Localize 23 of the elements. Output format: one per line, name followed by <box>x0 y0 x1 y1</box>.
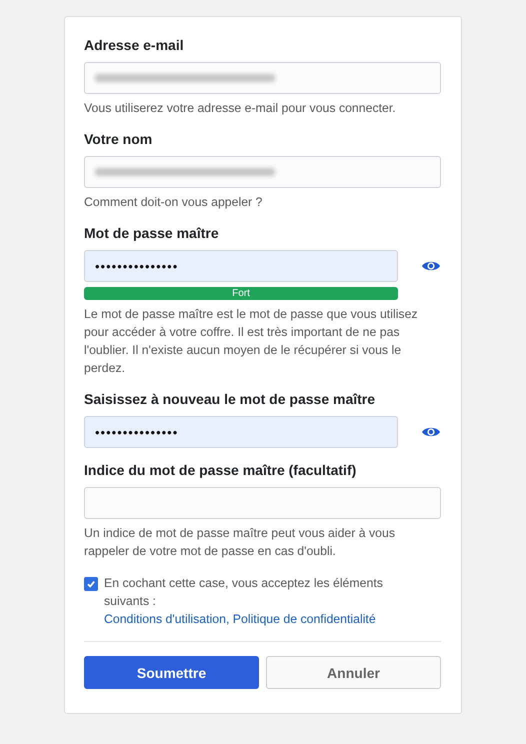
cancel-button[interactable]: Annuler <box>266 656 441 689</box>
input-field[interactable] <box>84 62 441 94</box>
input-field[interactable] <box>84 156 441 188</box>
input-field[interactable] <box>84 487 441 519</box>
eye-icon[interactable] <box>421 425 441 439</box>
terms-text: En cochant cette case, vous acceptez les éléments suivants : <box>104 576 383 608</box>
field-label: Saisissez à nouveau le mot de passe maître <box>84 391 376 407</box>
policy-link[interactable]: Conditions d'utilisation, Politique de confidentialité <box>104 612 376 626</box>
field-label: Votre nom <box>84 131 154 147</box>
field-label: Indice du mot de passe maître (facultatif) <box>84 462 358 478</box>
submit-button[interactable]: Soumettre <box>84 656 259 689</box>
help-text: Comment doit-on vous appeler ? <box>84 194 264 211</box>
checkbox[interactable] <box>84 577 98 591</box>
field-label: Adresse e-mail <box>84 37 185 53</box>
input-field[interactable]: ••••••••••••••• <box>84 416 398 448</box>
eye-icon[interactable] <box>421 259 441 273</box>
help-text: Un indice de mot de passe maître peut vous aider à vous rappeler de votre mot de passe en cas d'oubli. <box>84 525 396 560</box>
help-text: Vous utiliserez votre adresse e-mail pour vous connecter. <box>84 100 397 117</box>
checkmark-icon <box>86 579 96 589</box>
input-field[interactable]: ••••••••••••••• <box>84 250 398 282</box>
field-label: Mot de passe maître <box>84 225 220 241</box>
help-text: Le mot de passe maître est le mot de passe que vous utilisez pour accéder à votre coffre. Il est très important de ne pas l'oublier. Il n'existe aucun moyen de le récupérer si vous le perdez. <box>84 306 419 377</box>
strength-label: Fort <box>231 287 251 300</box>
